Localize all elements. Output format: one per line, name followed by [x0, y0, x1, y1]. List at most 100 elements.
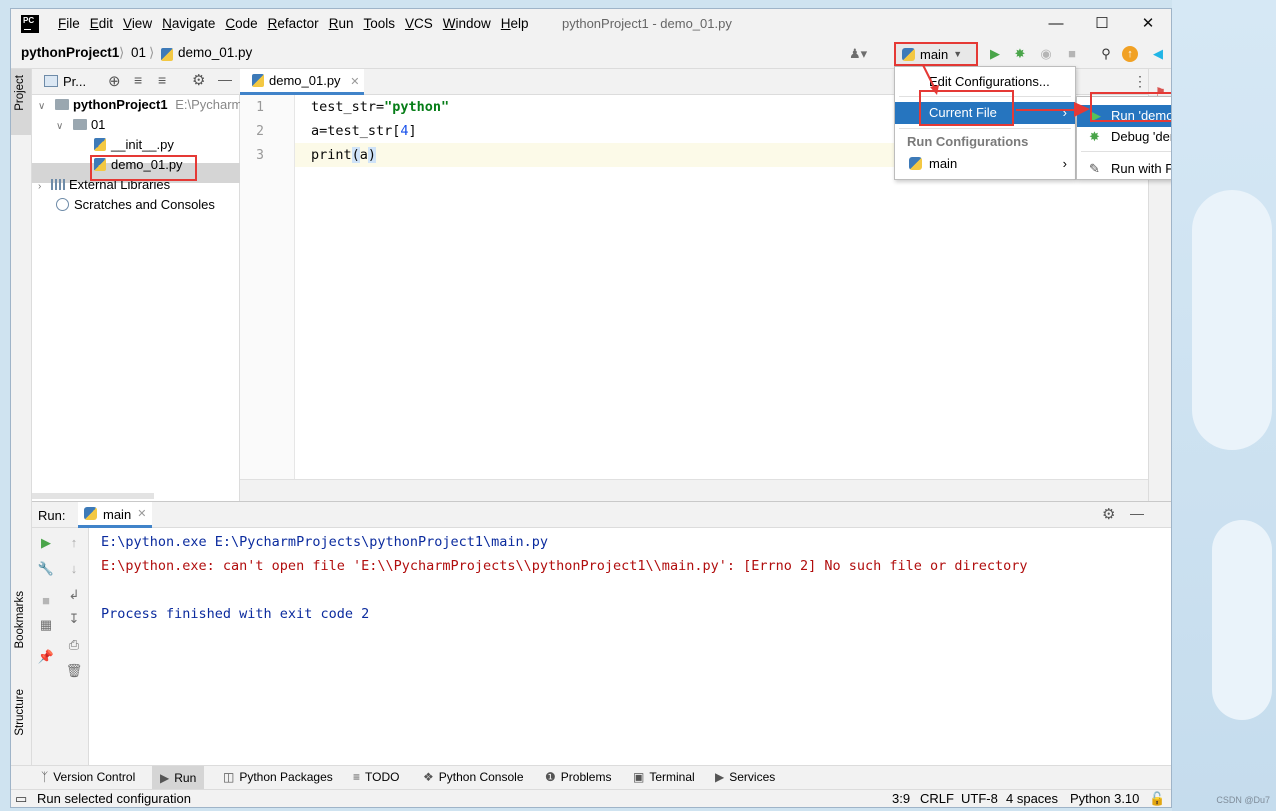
- python-icon: [909, 157, 922, 170]
- tool-terminal[interactable]: ▣ Terminal: [633, 770, 695, 784]
- collapse-all-icon[interactable]: ≡: [158, 72, 166, 88]
- update-icon[interactable]: ↑: [1122, 46, 1138, 62]
- stop-icon[interactable]: ■: [1063, 45, 1081, 63]
- run-console[interactable]: E:\python.exe E:\PycharmProjects\pythonP…: [89, 528, 1171, 765]
- structure-label: Structure: [14, 689, 26, 736]
- menu-code[interactable]: Code: [220, 16, 262, 31]
- gear-icon[interactable]: ⚙: [192, 71, 205, 89]
- menu-config-main[interactable]: main ›: [895, 153, 1075, 175]
- gear-icon[interactable]: ⚙: [1102, 505, 1115, 523]
- main-menu: File Edit View Navigate Code Refactor Ru…: [53, 16, 534, 31]
- menu-run-params[interactable]: ✎ Run with Parameters...: [1077, 158, 1171, 180]
- status-line-separator[interactable]: CRLF: [920, 791, 954, 806]
- breadcrumb-separator-icon: ⟩: [119, 45, 125, 60]
- bookmarks-stripe-button[interactable]: Bookmarks: [14, 591, 26, 652]
- tab-label: demo_01.py: [269, 73, 341, 88]
- soft-wrap-icon[interactable]: ↲: [65, 586, 83, 604]
- project-stripe-button[interactable]: Project: [11, 69, 31, 135]
- left-tool-stripe: Project Bookmarks Structure: [11, 69, 32, 765]
- tool-problems[interactable]: ❶ Problems: [545, 770, 611, 784]
- wrench-icon[interactable]: 🔧: [37, 560, 55, 578]
- breadcrumb-project[interactable]: pythonProject1: [21, 45, 119, 60]
- user-icon[interactable]: ♟▾: [849, 45, 867, 63]
- locate-icon[interactable]: ⊕: [108, 72, 121, 90]
- tool-services[interactable]: ▶ Services: [715, 770, 775, 784]
- annotation-arrow-down: [922, 64, 939, 95]
- menu-run[interactable]: Run: [324, 16, 359, 31]
- arrow-up-icon[interactable]: ↑: [65, 534, 83, 552]
- line-number: 1: [256, 100, 264, 115]
- trash-icon[interactable]: 🗑: [65, 662, 83, 680]
- status-interpreter[interactable]: Python 3.10: [1070, 791, 1139, 806]
- menu-debug-demo[interactable]: ✸ Debug 'demo_01.py': [1077, 126, 1171, 148]
- hide-icon[interactable]: —: [1130, 505, 1144, 521]
- structure-stripe-button[interactable]: Structure: [14, 689, 26, 739]
- run-icon[interactable]: ▶: [986, 45, 1004, 63]
- jetbrains-icon[interactable]: ◀: [1149, 45, 1167, 63]
- debug-icon[interactable]: ✸: [1011, 45, 1029, 63]
- python-file-icon: [252, 74, 264, 87]
- horizontal-scrollbar[interactable]: [32, 493, 154, 499]
- menu-tools[interactable]: Tools: [358, 16, 400, 31]
- search-icon[interactable]: ⚲: [1097, 45, 1115, 63]
- bookmarks-label: Bookmarks: [14, 591, 26, 649]
- tree-root[interactable]: ∨ pythonProject1 E:\Pycharm: [38, 95, 242, 115]
- navigation-bar: pythonProject1 ⟩ 01 ⟩ demo_01.py ♟▾ main…: [11, 39, 1171, 69]
- coverage-icon[interactable]: ◉: [1037, 45, 1055, 63]
- maximize-button[interactable]: ☐: [1079, 13, 1125, 35]
- minimize-button[interactable]: —: [1033, 13, 1079, 35]
- arrow-down-icon[interactable]: ↓: [65, 560, 83, 578]
- editor-horizontal-scrollbar[interactable]: [240, 479, 1148, 501]
- menu-edit[interactable]: Edit: [85, 16, 118, 31]
- print-icon[interactable]: ⎙: [65, 636, 83, 654]
- tool-run[interactable]: ▶ Run: [152, 766, 205, 790]
- tool-python-console[interactable]: ❖ Python Console: [423, 770, 524, 784]
- close-tab-icon[interactable]: ✕: [350, 76, 359, 88]
- branch-icon: ᛉ: [41, 770, 49, 784]
- tool-window-bar: ᛉ Version Control ▶ Run ◫ Python Packages ≡…: [11, 765, 1171, 790]
- close-tab-icon[interactable]: ✕: [137, 507, 146, 520]
- menu-refactor[interactable]: Refactor: [263, 16, 324, 31]
- menu-vcs[interactable]: VCS: [400, 16, 438, 31]
- menu-window[interactable]: Window: [438, 16, 496, 31]
- pin-icon[interactable]: 📌: [37, 648, 55, 666]
- lock-icon[interactable]: 🔓: [1149, 791, 1165, 807]
- tree-scratches-label: Scratches and Consoles: [74, 197, 215, 212]
- status-indent[interactable]: 4 spaces: [1006, 791, 1058, 806]
- tree-scratches[interactable]: Scratches and Consoles: [56, 195, 215, 215]
- breadcrumb-folder[interactable]: 01: [131, 45, 146, 60]
- folder-icon: [72, 119, 87, 130]
- watermark: CSDN @Du7: [1216, 795, 1270, 805]
- menu-debug-demo-label: Debug 'demo_01.py': [1111, 129, 1171, 144]
- status-encoding[interactable]: UTF-8: [961, 791, 998, 806]
- more-icon[interactable]: ⋮: [1133, 73, 1147, 90]
- hide-icon[interactable]: —: [218, 71, 232, 87]
- status-position[interactable]: 3:9: [892, 791, 910, 806]
- tool-todo[interactable]: ≡ TODO: [353, 770, 399, 784]
- menu-file[interactable]: File: [53, 16, 85, 31]
- tab-demo-01[interactable]: demo_01.py ✕: [240, 69, 364, 95]
- run-panel-header: Run: main ✕ ⚙ —: [32, 501, 1171, 528]
- menu-section-title: Run Configurations: [907, 134, 1029, 149]
- menu-navigate[interactable]: Navigate: [157, 16, 220, 31]
- expand-all-icon[interactable]: ≡: [134, 72, 142, 88]
- layout-icon[interactable]: ▦: [37, 616, 55, 634]
- tree-folder-01[interactable]: ∨ 01: [56, 115, 105, 135]
- scroll-to-end-icon[interactable]: ↧: [65, 610, 83, 628]
- project-panel-title[interactable]: Pr...: [63, 74, 86, 89]
- chevron-down-icon: ▼: [953, 49, 963, 59]
- rerun-icon[interactable]: ▶: [37, 534, 55, 552]
- tool-python-packages[interactable]: ◫ Python Packages: [223, 770, 333, 784]
- status-toggle-icon[interactable]: ▭: [15, 791, 27, 807]
- menu-divider: [899, 128, 1071, 129]
- annotation-arrow-right: [1016, 102, 1090, 117]
- stop-icon[interactable]: ■: [37, 592, 55, 610]
- close-button[interactable]: ✕: [1125, 13, 1171, 35]
- breadcrumb-file[interactable]: demo_01.py: [178, 45, 252, 60]
- menu-view[interactable]: View: [118, 16, 157, 31]
- tree-file-init[interactable]: __init__.py: [94, 135, 174, 155]
- menu-help[interactable]: Help: [496, 16, 534, 31]
- run-tab-main[interactable]: main ✕: [78, 502, 153, 528]
- tool-label: Terminal: [649, 770, 695, 784]
- tool-version-control[interactable]: ᛉ Version Control: [41, 770, 135, 784]
